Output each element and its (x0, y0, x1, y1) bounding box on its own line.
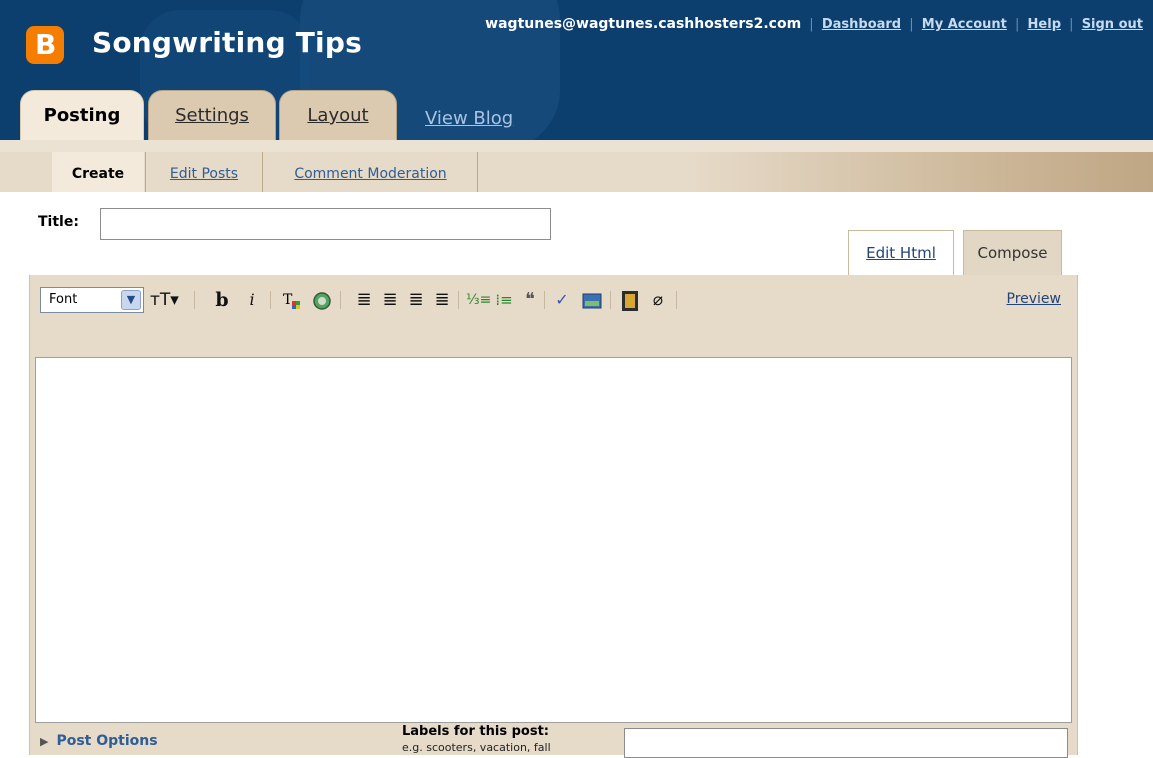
title-input[interactable] (100, 208, 551, 240)
toolbar-separator (610, 291, 611, 309)
labels-input[interactable] (624, 728, 1068, 758)
help-link[interactable]: Help (1028, 17, 1061, 32)
nav-separator: | (1015, 17, 1020, 32)
chevron-down-icon[interactable]: ▼ (121, 290, 141, 310)
posting-subnav: Create Edit Posts Comment Moderation (0, 140, 1153, 192)
post-options-toggle[interactable]: ▶ Post Options (40, 733, 158, 749)
spellcheck-icon[interactable]: ✓ (550, 287, 574, 313)
subnav-edit-posts[interactable]: Edit Posts (145, 152, 263, 192)
editor-panel: Font ▼ тТ▾ b i T ≣ ≣ ≣ ≣ ⅓≡ ⁞≡ ❝ ✓ ⌀ Pre… (29, 275, 1079, 758)
dashboard-link[interactable]: Dashboard (822, 17, 901, 32)
italic-icon[interactable]: i (240, 287, 264, 313)
image-icon[interactable] (580, 287, 604, 313)
tab-layout[interactable]: Layout (279, 90, 397, 140)
tab-posting[interactable]: Posting (20, 90, 144, 140)
my-account-link[interactable]: My Account (922, 17, 1007, 32)
tab-edit-html[interactable]: Edit Html (848, 230, 954, 275)
font-size-icon[interactable]: тТ▾ (150, 287, 179, 313)
toolbar-separator (194, 291, 195, 309)
caret-right-icon: ▶ (40, 735, 49, 748)
user-email: wagtunes@wagtunes.cashhosters2.com (485, 16, 802, 32)
align-left-icon[interactable]: ≣ (352, 287, 376, 313)
nav-separator: | (909, 17, 914, 32)
blog-header: B Songwriting Tips wagtunes@wagtunes.cas… (0, 0, 1153, 140)
post-body-editor[interactable] (35, 357, 1072, 723)
subnav-topline (0, 140, 1153, 152)
bullet-list-icon[interactable]: ⁞≡ (492, 287, 516, 313)
font-select[interactable]: Font ▼ (40, 287, 144, 313)
toolbar-separator (544, 291, 545, 309)
blog-title[interactable]: Songwriting Tips (92, 26, 362, 59)
title-label: Title: (38, 214, 79, 230)
text-color-icon[interactable]: T (280, 287, 304, 313)
blockquote-icon[interactable]: ❝ (518, 287, 542, 313)
blogger-logo-icon[interactable]: B (26, 26, 64, 64)
nav-separator: | (1069, 17, 1074, 32)
numbered-list-icon[interactable]: ⅓≡ (466, 287, 491, 313)
sign-out-link[interactable]: Sign out (1082, 17, 1143, 32)
bold-icon[interactable]: b (210, 287, 234, 313)
nav-separator: | (809, 17, 814, 32)
video-icon[interactable] (618, 287, 642, 313)
link-icon[interactable] (310, 287, 334, 313)
editor-toolbar: Font ▼ тТ▾ b i T ≣ ≣ ≣ ≣ ⅓≡ ⁞≡ ❝ ✓ ⌀ Pre… (30, 285, 1079, 315)
toolbar-separator (458, 291, 459, 309)
tab-settings[interactable]: Settings (148, 90, 276, 140)
preview-link[interactable]: Preview (1007, 291, 1062, 307)
top-navigation: wagtunes@wagtunes.cashhosters2.com | Das… (485, 16, 1143, 32)
align-right-icon[interactable]: ≣ (404, 287, 428, 313)
clear-format-icon[interactable]: ⌀ (646, 287, 670, 313)
toolbar-separator (340, 291, 341, 309)
subnav-create[interactable]: Create (52, 152, 144, 192)
subnav-comment-moderation[interactable]: Comment Moderation (264, 152, 478, 192)
justify-icon[interactable]: ≣ (430, 287, 454, 313)
toolbar-separator (270, 291, 271, 309)
toolbar-separator (676, 291, 677, 309)
labels-hint: e.g. scooters, vacation, fall (402, 741, 551, 754)
view-blog-link[interactable]: View Blog (425, 108, 513, 129)
tab-compose[interactable]: Compose (963, 230, 1062, 275)
svg-text:T: T (283, 292, 293, 308)
align-center-icon[interactable]: ≣ (378, 287, 402, 313)
labels-label: Labels for this post: (402, 724, 549, 739)
